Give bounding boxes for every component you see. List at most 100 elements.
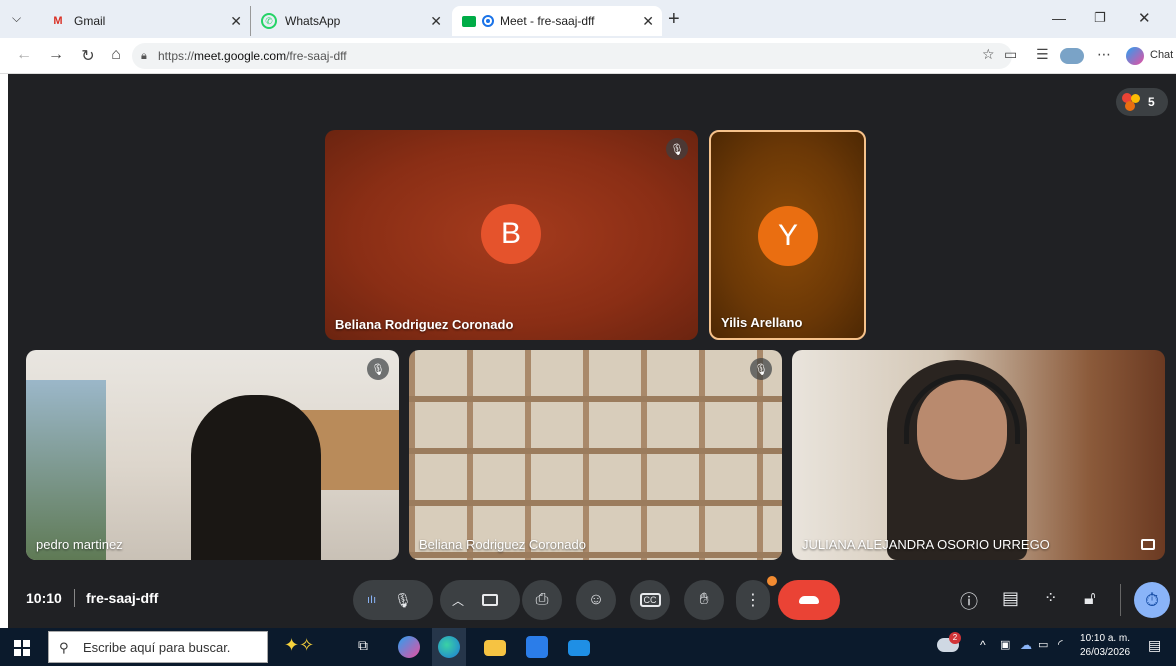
address-bar-row: ← → ↻ ⌂ 🔒︎ https://meet.google.com/fre-s… — [0, 38, 1176, 74]
copilot-icon[interactable] — [1126, 47, 1144, 65]
captions-button[interactable]: CC — [630, 580, 670, 620]
mic-muted-icon: 🎙︎ — [750, 358, 772, 380]
microphone-toggle[interactable]: ıIı 🎙︎ — [353, 580, 433, 620]
person-silhouette — [191, 395, 321, 560]
meet-control-bar: 10:10 fre-saaj-dff ıIı 🎙︎ ︿ ⎙ ☺ CC ✋︎ ⋮ … — [8, 574, 1176, 628]
forward-icon[interactable]: → — [46, 46, 66, 64]
tab-list-chevron-icon[interactable]: ⌵ — [12, 11, 21, 26]
close-tab-icon[interactable]: ✕ — [430, 13, 442, 30]
copilot-taskbar-icon[interactable] — [398, 636, 420, 658]
search-highlight-icon[interactable]: ✦✧ — [284, 635, 314, 656]
clock-time: 10:10 a. m. — [1080, 633, 1131, 644]
participant-tile[interactable]: 🎙︎ B Beliana Rodriguez Coronado — [325, 130, 698, 340]
captions-icon: CC — [639, 593, 661, 607]
url-input[interactable]: 🔒︎ https://meet.google.com/fre-saaj-dff — [132, 43, 1012, 69]
onedrive-icon[interactable]: ☁︎ — [1020, 638, 1032, 652]
restore-icon[interactable]: ❐ — [1094, 10, 1106, 26]
participant-name: JULIANA ALEJANDRA OSORIO URREGO — [802, 537, 1050, 552]
whatsapp-icon: ✆ — [261, 13, 277, 29]
participant-video-tile[interactable]: 🎙︎ Beliana Rodriguez Coronado — [409, 350, 782, 560]
close-window-icon[interactable]: ✕ — [1138, 9, 1151, 27]
avatar: B — [481, 204, 541, 264]
separator — [1120, 584, 1121, 616]
wifi-icon[interactable]: ◜ — [1058, 637, 1063, 651]
favorite-star-icon[interactable]: ☆ — [982, 46, 995, 63]
tab-whatsapp-label: WhatsApp — [285, 14, 341, 28]
chevron-up-icon[interactable]: ︿ — [452, 592, 464, 609]
participant-tile-speaking[interactable]: Y Yilis Arellano — [709, 130, 866, 340]
hang-up-icon — [799, 596, 819, 604]
timer-icon: ⏱︎ — [1144, 589, 1160, 610]
hand-icon: ✋︎ — [699, 591, 709, 608]
meeting-details-icon[interactable]: ⓘ — [960, 588, 978, 614]
host-controls-icon[interactable]: 🔓︎ — [1084, 588, 1096, 609]
more-icon[interactable]: ⋯ — [1097, 46, 1111, 63]
audio-levels-icon: ıIı — [367, 594, 377, 606]
reload-icon[interactable]: ↻ — [78, 46, 98, 66]
windows-taskbar: ⚲ Escribe aquí para buscar. ✦✧ ⧉ 2 ^ ▣ ☁… — [0, 628, 1176, 666]
show-hidden-icons-icon[interactable]: ^ — [980, 638, 986, 652]
camera-toggle[interactable]: ︿ — [440, 580, 520, 620]
split-screen-icon[interactable]: ▭ — [1004, 46, 1017, 63]
home-icon[interactable]: ⌂ — [106, 46, 126, 64]
participant-video-tile[interactable]: JULIANA ALEJANDRA OSORIO URREGO — [792, 350, 1165, 560]
participant-name: Beliana Rodriguez Coronado — [335, 317, 514, 332]
participants-avatars-icon — [1122, 93, 1142, 111]
task-view-icon[interactable]: ⧉ — [358, 637, 368, 654]
chat-label[interactable]: Chat — [1150, 49, 1173, 61]
pin-tile-icon[interactable] — [1141, 539, 1155, 550]
participants-count: 5 — [1148, 95, 1155, 109]
battery-icon[interactable]: ▭ — [1038, 638, 1048, 651]
close-tab-icon[interactable]: ✕ — [230, 13, 242, 30]
url-prefix: https:// — [158, 49, 195, 63]
search-placeholder: Escribe aquí para buscar. — [83, 640, 231, 655]
close-tab-icon[interactable]: ✕ — [642, 13, 654, 30]
present-screen-button[interactable]: ⎙ — [522, 580, 562, 620]
back-icon[interactable]: ← — [14, 46, 34, 64]
timer-button[interactable]: ⏱︎ — [1134, 582, 1170, 618]
file-explorer-icon[interactable] — [484, 640, 506, 656]
meet-icon — [462, 15, 476, 27]
minimize-icon[interactable]: — — [1052, 10, 1066, 26]
tab-gmail[interactable]: M Gmail ✕ — [40, 6, 250, 36]
new-tab-button[interactable]: + — [668, 8, 680, 31]
more-options-button[interactable]: ⋮ — [736, 580, 770, 620]
reactions-button[interactable]: ☺ — [576, 580, 616, 620]
separator — [74, 589, 75, 607]
gmail-icon: M — [53, 15, 63, 27]
participant-name: pedro martinez — [36, 537, 123, 552]
activities-icon[interactable]: ⁘ — [1044, 588, 1057, 608]
clock[interactable]: 10:10 a. m. 26/03/2026 — [1080, 632, 1130, 660]
microphone-icon: 🎙︎ — [394, 591, 412, 608]
store-icon[interactable] — [526, 636, 548, 658]
meeting-code: fre-saaj-dff — [86, 590, 159, 606]
chat-icon[interactable]: ▤ — [1002, 588, 1019, 609]
shelves — [409, 350, 782, 560]
notification-dot — [767, 576, 777, 586]
taskbar-search-input[interactable]: ⚲ Escribe aquí para buscar. — [48, 631, 268, 663]
participant-name: Yilis Arellano — [721, 315, 803, 330]
url-host: meet.google.com — [194, 49, 287, 63]
browser-tab-bar: ⌵ M Gmail ✕ ✆ WhatsApp ✕ Meet - fre-saaj… — [0, 0, 1176, 38]
recording-dot-icon — [482, 15, 494, 27]
edge-icon[interactable] — [438, 636, 460, 658]
notifications-icon[interactable]: ▤ — [1148, 637, 1161, 654]
participant-video-tile[interactable]: 🎙︎ pedro martinez — [26, 350, 399, 560]
meet-stage: 5 🎙︎ B Beliana Rodriguez Coronado Y Yili… — [8, 74, 1176, 628]
profile-avatar[interactable] — [1060, 48, 1084, 64]
meet-tray-icon[interactable]: ▣ — [1000, 638, 1010, 651]
leave-call-button[interactable] — [778, 580, 840, 620]
camera-icon — [482, 594, 499, 606]
tab-meet-label: Meet - fre-saaj-dff — [500, 14, 595, 28]
windows-start-icon[interactable] — [14, 640, 30, 656]
weather-badge: 2 — [949, 632, 961, 644]
participants-button[interactable]: 5 — [1116, 88, 1168, 116]
url-path: /fre-saaj-dff — [286, 49, 347, 63]
tab-whatsapp[interactable]: ✆ WhatsApp ✕ — [250, 6, 450, 36]
mail-icon[interactable] — [568, 640, 590, 656]
favorites-list-icon[interactable]: ☰ — [1036, 46, 1049, 63]
mic-muted-icon: 🎙︎ — [367, 358, 389, 380]
raise-hand-button[interactable]: ✋︎ — [684, 580, 724, 620]
tab-meet[interactable]: Meet - fre-saaj-dff ✕ — [452, 6, 662, 36]
lock-icon: 🔒︎ — [141, 50, 147, 62]
